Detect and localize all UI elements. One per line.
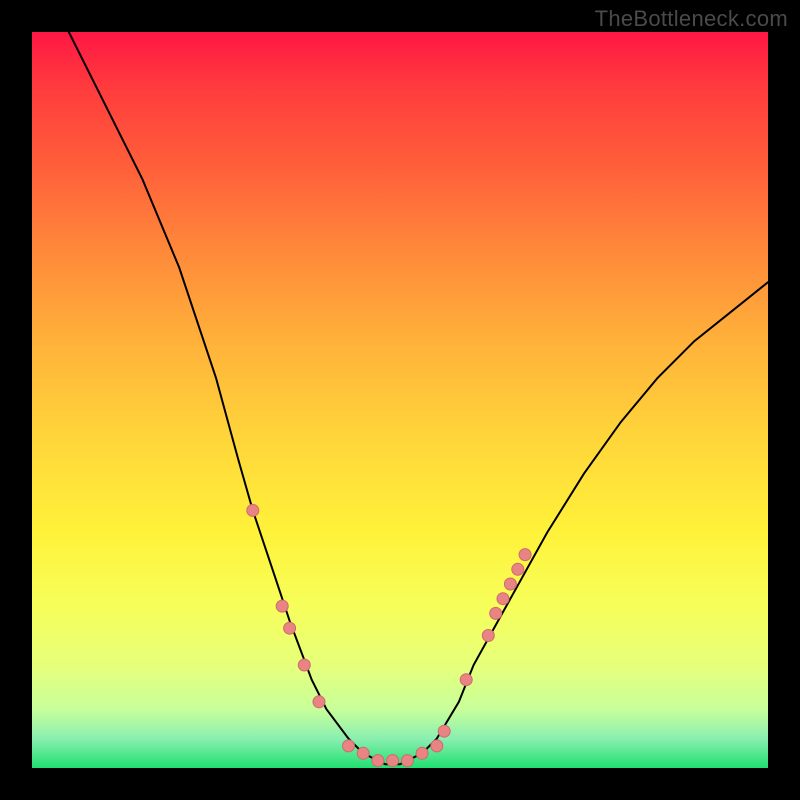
data-point [490, 607, 502, 619]
watermark-text: TheBottleneck.com [595, 6, 788, 32]
bottleneck-curve [69, 32, 768, 764]
chart-overlay [32, 32, 768, 768]
data-point [284, 622, 296, 634]
data-point [387, 755, 399, 767]
data-point [438, 725, 450, 737]
data-point [519, 549, 531, 561]
data-point [504, 578, 516, 590]
chart-frame: TheBottleneck.com [0, 0, 800, 800]
data-point [276, 600, 288, 612]
data-point [512, 563, 524, 575]
data-point [313, 696, 325, 708]
data-point [460, 674, 472, 686]
data-point [247, 504, 259, 516]
data-point [357, 747, 369, 759]
data-point [497, 593, 509, 605]
data-point [416, 747, 428, 759]
data-point [482, 630, 494, 642]
data-point [431, 740, 443, 752]
data-point [401, 755, 413, 767]
data-point [343, 740, 355, 752]
data-point [372, 755, 384, 767]
data-markers [247, 504, 531, 766]
data-point [298, 659, 310, 671]
